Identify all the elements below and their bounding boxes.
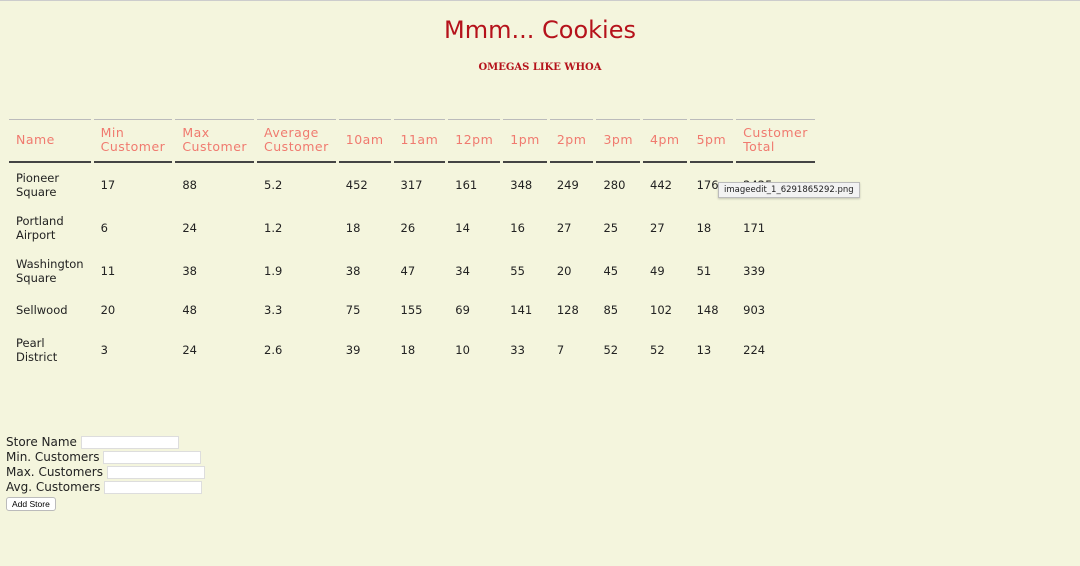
- table-cell: 85: [603, 303, 619, 317]
- table-cell: 34: [455, 263, 470, 278]
- table-cell: 48: [182, 303, 197, 317]
- sales-table: Name Min Customer Max Customer Average Custome…: [6, 119, 818, 371]
- table-cell: 148: [696, 303, 719, 317]
- table-cell: 452: [345, 177, 368, 192]
- table-cell: 141: [510, 303, 533, 317]
- page-subtitle: OMEGAS LIKE WHOA: [478, 62, 602, 73]
- table-cell: 25: [603, 220, 619, 235]
- table-cell: 11: [100, 263, 116, 278]
- table-cell: 20: [556, 263, 572, 278]
- table-cell: 348: [510, 177, 533, 192]
- table-row: Portland Airport 6 24 1.2 18 26 14 16 27 25 27 18 171: [9, 206, 815, 249]
- avg-customers-label: Avg. Customers: [6, 480, 101, 494]
- store-name-cell: Portland Airport: [16, 213, 64, 242]
- table-cell: 52: [603, 342, 619, 357]
- column-header: Min Customer: [93, 119, 173, 163]
- table-cell: 3: [100, 342, 108, 357]
- table-cell: 27: [556, 220, 572, 235]
- table-cell: 102: [650, 303, 672, 317]
- table-cell: 18: [696, 220, 712, 235]
- column-header: 10am: [338, 119, 391, 163]
- table-cell: 26: [400, 220, 416, 235]
- store-name-cell: Sellwood: [16, 303, 68, 317]
- table-cell: 69: [455, 303, 470, 317]
- table-cell: 17: [100, 177, 116, 192]
- table-cell: 45: [603, 263, 619, 278]
- table-cell: 47: [400, 263, 416, 278]
- column-header: 4pm: [643, 119, 687, 163]
- table-cell: 6: [100, 220, 108, 235]
- max-customers-label: Max. Customers: [6, 465, 103, 479]
- table-cell: 20: [100, 303, 116, 317]
- table-cell: 33: [510, 342, 525, 357]
- table-cell: 38: [182, 263, 197, 278]
- table-row: Sellwood 20 48 3.3 75 155 69 141 128 85 102 148 903: [9, 292, 815, 328]
- table-cell: 249: [556, 177, 579, 192]
- table-cell: 88: [182, 177, 197, 192]
- column-header: Name: [9, 119, 91, 163]
- column-header: 1pm: [503, 119, 547, 163]
- table-cell: 51: [696, 263, 712, 278]
- table-cell: 24: [182, 220, 197, 235]
- column-header: Max Customer: [175, 119, 255, 163]
- table-cell: 317: [400, 177, 423, 192]
- store-name-cell: Pioneer Square: [16, 170, 60, 199]
- min-customers-label: Min. Customers: [6, 450, 100, 464]
- store-name-cell: Washington Square: [16, 256, 84, 285]
- table-cell: 155: [400, 303, 423, 317]
- table-cell: 1.9: [264, 263, 283, 278]
- column-header: 3pm: [596, 119, 641, 163]
- table-cell: 24: [182, 342, 197, 357]
- table-cell: 1.2: [264, 220, 283, 235]
- column-header: 2pm: [549, 119, 594, 163]
- table-cell: 10: [455, 342, 470, 357]
- page-title: Mmm... Cookies: [444, 16, 636, 44]
- table-cell: 18: [400, 342, 416, 357]
- table-cell: 38: [345, 263, 361, 278]
- table-cell: 55: [510, 263, 525, 278]
- column-header: Customer Total: [736, 119, 815, 163]
- avg-customers-input[interactable]: [104, 481, 203, 494]
- table-row: Washington Square 11 38 1.9 38 47 34 55 20 45 49 51 3…: [9, 249, 815, 292]
- table-cell: 75: [345, 303, 361, 317]
- table-cell: 3.3: [264, 303, 283, 317]
- table-row: Pioneer Square 17 88 5.2 452 317 161 348 249 280 44…: [9, 163, 815, 206]
- table-cell: 27: [650, 220, 665, 235]
- table-cell: 39: [345, 342, 361, 357]
- column-header: 5pm: [689, 119, 734, 163]
- table-cell: 171: [743, 220, 766, 235]
- column-header: 11am: [393, 119, 446, 163]
- table-cell: 18: [345, 220, 361, 235]
- store-name-cell: Pearl District: [16, 335, 58, 364]
- table-cell: 7: [556, 342, 565, 357]
- table-cell: 903: [743, 303, 766, 317]
- table-cell: 14: [455, 220, 470, 235]
- add-store-form: Store Name Min. Customers Max. Customers…: [6, 435, 205, 511]
- column-header: 12pm: [448, 119, 501, 163]
- table-cell: 161: [455, 177, 478, 192]
- table-cell: 13: [696, 342, 712, 357]
- tooltip: imageedit_1_6291865292.png: [718, 182, 860, 198]
- store-name-input[interactable]: [80, 436, 179, 449]
- table-cell: 442: [650, 177, 672, 192]
- table-cell: 280: [603, 177, 626, 192]
- add-store-button[interactable]: Add Store: [6, 497, 56, 511]
- table-cell: 16: [510, 220, 525, 235]
- min-customers-input[interactable]: [103, 451, 202, 464]
- store-name-label: Store Name: [6, 435, 77, 449]
- column-header: Average Customer: [257, 119, 336, 163]
- table-cell: 52: [650, 342, 665, 357]
- table-cell: 128: [556, 303, 579, 317]
- table-cell: 49: [650, 263, 665, 278]
- table-cell: 339: [743, 263, 766, 278]
- table-cell: 2.6: [264, 342, 283, 357]
- max-customers-input[interactable]: [106, 466, 205, 479]
- table-cell: 224: [743, 342, 766, 357]
- table-cell: 5.2: [264, 177, 283, 192]
- table-row: Pearl District 3 24 2.6 39 18 10 33 7 52 52 13 224: [9, 328, 815, 371]
